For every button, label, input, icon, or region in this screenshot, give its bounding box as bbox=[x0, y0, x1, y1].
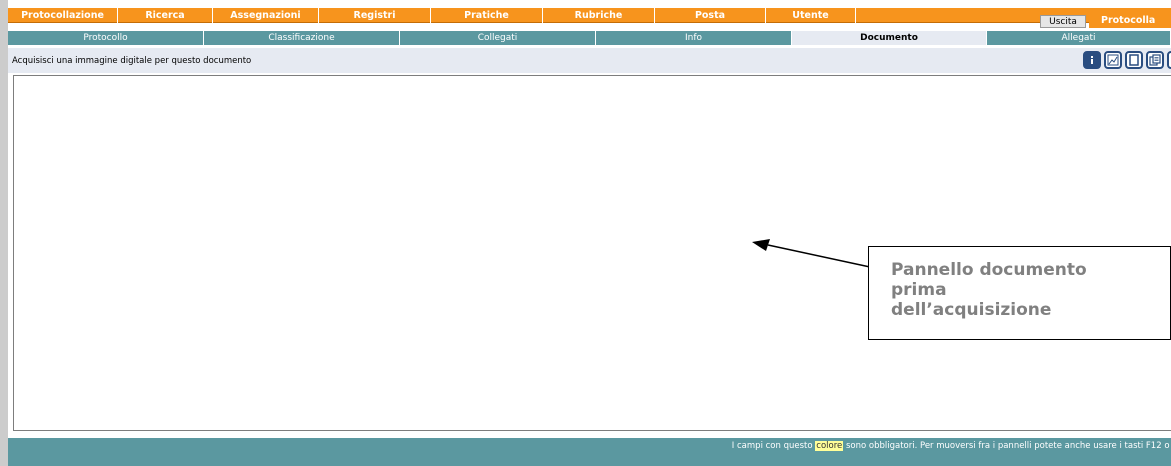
tab-documento[interactable]: Documento bbox=[792, 31, 987, 45]
menu-assegnazioni[interactable]: Assegnazioni bbox=[213, 8, 319, 23]
tab-protocollo[interactable]: Protocollo bbox=[8, 31, 204, 45]
status-text-after: sono obbligatori. Per muoversi fra i pan… bbox=[845, 441, 1171, 451]
mandatory-color-swatch: colore bbox=[815, 441, 844, 451]
scan-icon[interactable] bbox=[1083, 51, 1101, 69]
protocolla-button[interactable]: Protocolla bbox=[1089, 15, 1171, 28]
annotation-line-1: Pannello documento bbox=[891, 260, 1087, 280]
annotation-callout: Pannello documento prima dell’acquisizio… bbox=[868, 246, 1171, 340]
menu-ricerca[interactable]: Ricerca bbox=[118, 8, 213, 23]
document-toolbar: Acquisisci una immagine digitale per que… bbox=[8, 48, 1171, 73]
annotation-line-2: prima bbox=[891, 280, 947, 300]
application-window: Protocollazione Ricerca Assegnazioni Reg… bbox=[0, 0, 1171, 466]
menu-protocollazione[interactable]: Protocollazione bbox=[8, 8, 118, 23]
tab-info[interactable]: Info bbox=[596, 31, 792, 45]
menu-posta[interactable]: Posta bbox=[655, 8, 766, 23]
tab-bar: Protocollo Classificazione Collegati Inf… bbox=[8, 31, 1171, 45]
close-icon[interactable] bbox=[1167, 51, 1171, 69]
menu-utente[interactable]: Utente bbox=[766, 8, 856, 23]
page-icon[interactable] bbox=[1125, 51, 1143, 69]
status-text-before: I campi con questo bbox=[731, 441, 813, 451]
tab-collegati[interactable]: Collegati bbox=[400, 31, 596, 45]
main-menu: Protocollazione Ricerca Assegnazioni Reg… bbox=[8, 8, 1171, 23]
tab-classificazione[interactable]: Classificazione bbox=[204, 31, 400, 45]
mandatory-fields-message: I campi con questo colore sono obbligato… bbox=[732, 441, 1171, 451]
status-bar: I campi con questo colore sono obbligato… bbox=[8, 438, 1171, 466]
menu-pratiche[interactable]: Pratiche bbox=[431, 8, 543, 23]
annotation-line-3: dell’acquisizione bbox=[891, 300, 1052, 320]
menu-registri[interactable]: Registri bbox=[319, 8, 431, 23]
tab-allegati[interactable]: Allegati bbox=[987, 31, 1171, 45]
copy-icon[interactable] bbox=[1146, 51, 1164, 69]
exit-button[interactable]: Uscita bbox=[1040, 15, 1086, 28]
toolbar-hint: Acquisisci una immagine digitale per que… bbox=[12, 56, 252, 66]
image-icon[interactable] bbox=[1104, 51, 1122, 69]
toolbar-buttons bbox=[1083, 51, 1171, 69]
menu-rubriche[interactable]: Rubriche bbox=[543, 8, 655, 23]
